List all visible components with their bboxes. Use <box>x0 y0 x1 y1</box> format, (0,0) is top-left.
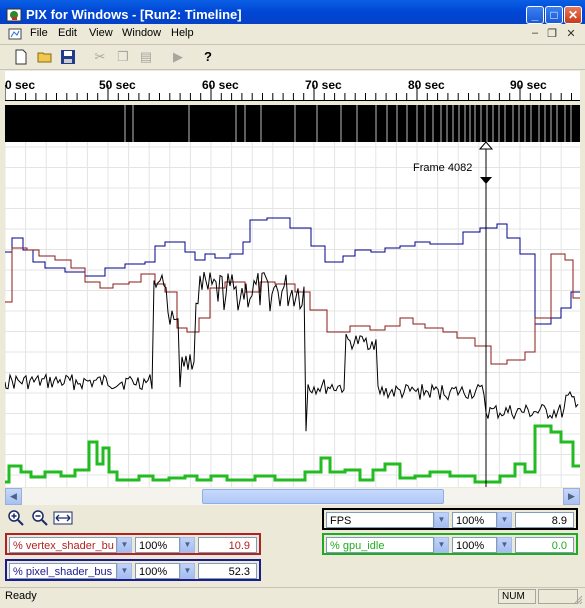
mdi-close-button[interactable]: ✕ <box>563 27 579 41</box>
counter-pixel-shader: % pixel_shader_bus ▼ 100% ▼ 52.3 <box>5 559 261 581</box>
counter-scale[interactable]: 100% <box>135 537 180 553</box>
pix-app-icon <box>6 7 22 23</box>
tick-label: 60 sec <box>202 78 239 92</box>
num-lock-indicator: NUM <box>498 589 536 604</box>
chevron-down-icon[interactable]: ▼ <box>180 537 195 553</box>
counter-scale[interactable]: 100% <box>452 537 497 553</box>
counter-scale[interactable]: 100% <box>452 512 497 528</box>
scroll-right-button[interactable]: ▶ <box>563 488 580 505</box>
close-button[interactable]: ✕ <box>564 6 582 24</box>
counter-name[interactable]: FPS <box>326 512 434 528</box>
chevron-down-icon[interactable]: ▼ <box>497 512 512 528</box>
save-icon[interactable] <box>60 49 76 65</box>
menu-file[interactable]: File <box>30 27 48 39</box>
menu-view[interactable]: View <box>89 27 113 39</box>
new-file-icon[interactable] <box>13 49 29 65</box>
status-pane <box>538 589 578 604</box>
chevron-down-icon[interactable]: ▼ <box>180 563 195 579</box>
zoom-fit-icon[interactable] <box>53 509 73 527</box>
counter-value: 0.0 <box>515 537 574 553</box>
chevron-down-icon[interactable]: ▼ <box>117 537 132 553</box>
maximize-button[interactable]: □ <box>545 6 563 24</box>
menu-edit[interactable]: Edit <box>58 27 77 39</box>
tick-label: 50 sec <box>99 78 136 92</box>
mdi-restore-button[interactable]: ❐ <box>544 27 560 41</box>
counter-fps: FPS ▼ 100% ▼ 8.9 <box>322 508 578 530</box>
cut-icon[interactable]: ✂ <box>92 49 108 65</box>
counter-name[interactable]: % vertex_shader_bu <box>9 537 117 553</box>
chevron-down-icon[interactable]: ▼ <box>117 563 132 579</box>
resize-grip-icon[interactable] <box>573 595 583 605</box>
frame-marker-label: Frame 4082 <box>413 162 473 174</box>
counter-vertex-shader: % vertex_shader_bu ▼ 100% ▼ 10.9 <box>5 533 261 555</box>
zoom-in-icon[interactable] <box>7 509 25 527</box>
copy-icon[interactable]: ❐ <box>115 49 131 65</box>
status-text: Ready <box>5 590 37 602</box>
counter-scale[interactable]: 100% <box>135 563 180 579</box>
scroll-left-button[interactable]: ◀ <box>5 488 22 505</box>
tick-label: 70 sec <box>305 78 342 92</box>
chevron-down-icon[interactable]: ▼ <box>434 537 449 553</box>
open-folder-icon[interactable] <box>37 49 53 65</box>
counter-name[interactable]: % gpu_idle <box>326 537 434 553</box>
event-markers <box>124 105 572 142</box>
ruler-ticks <box>5 85 572 101</box>
chevron-down-icon[interactable]: ▼ <box>434 512 449 528</box>
minimize-button[interactable]: _ <box>526 6 544 24</box>
series-line-blue <box>5 217 580 325</box>
zoom-out-icon[interactable] <box>31 509 49 527</box>
counter-name[interactable]: % pixel_shader_bus <box>9 563 117 579</box>
counter-graph-lines <box>5 142 580 487</box>
frame-cursor-top-icon <box>478 142 494 150</box>
counter-gpu-idle: % gpu_idle ▼ 100% ▼ 0.0 <box>322 533 578 555</box>
menu-help[interactable]: Help <box>171 27 194 39</box>
frame-cursor-down-icon <box>480 177 492 184</box>
chevron-down-icon[interactable]: ▼ <box>497 537 512 553</box>
tick-label: 0 sec <box>5 78 36 92</box>
counter-value: 10.9 <box>198 537 257 553</box>
counter-value: 52.3 <box>198 563 257 579</box>
scrollbar-thumb[interactable] <box>202 489 444 504</box>
window-title: PIX for Windows - [Run2: Timeline] <box>26 7 242 22</box>
document-icon[interactable] <box>7 26 23 42</box>
menu-window[interactable]: Window <box>122 27 161 39</box>
help-icon[interactable]: ? <box>200 49 216 65</box>
play-icon[interactable]: ▶ <box>170 49 186 65</box>
mdi-minimize-button[interactable]: – <box>527 27 543 41</box>
paste-icon[interactable]: ▤ <box>138 49 154 65</box>
tick-label: 90 sec <box>510 78 547 92</box>
menu-bar <box>0 24 585 45</box>
counter-value: 8.9 <box>515 512 574 528</box>
series-line-red <box>5 247 580 365</box>
tick-label: 80 sec <box>408 78 445 92</box>
toolbar <box>0 45 585 70</box>
